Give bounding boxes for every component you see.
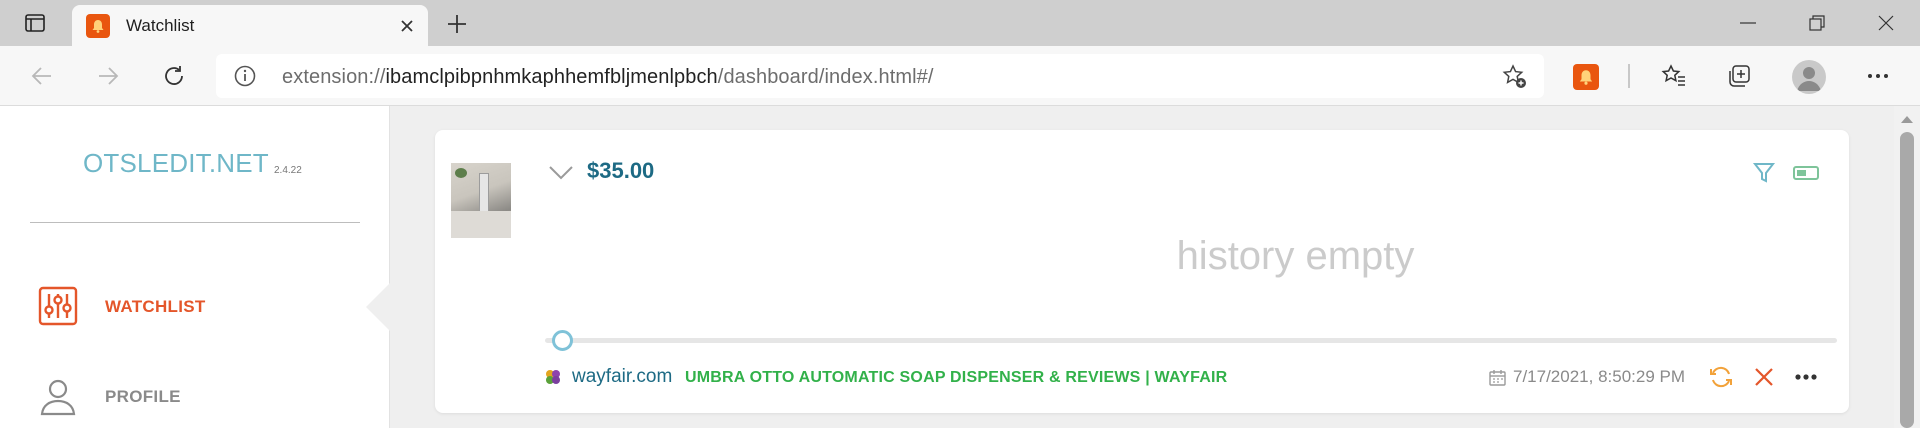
url-scheme: extension:// [282,66,386,88]
active-nav-indicator [366,282,391,332]
sidebar-item-watchlist[interactable]: WATCHLIST [38,280,338,330]
watch-item-card: $35.00 history empty wayfair.com UMBRA O… [435,130,1849,413]
favorites-icon[interactable] [1657,59,1691,93]
reload-icon[interactable] [156,58,192,94]
sidebar-item-profile[interactable]: PROFILE [38,370,338,420]
collections-icon[interactable] [1722,59,1756,93]
product-thumbnail[interactable] [451,163,511,238]
extension-bell-icon[interactable] [1573,64,1599,90]
chevron-down-icon[interactable] [548,162,574,182]
delete-icon[interactable] [1753,366,1775,388]
url-host: ibamclpibpnhmkaphhemfbljmenlpbch [385,66,718,88]
user-icon [40,379,76,416]
sliders-icon [38,286,78,326]
dashboard-page: OTSLEDIT.NET 2.4.22 WATCHLIST PROFILE $3… [0,106,1920,428]
sidebar-item-label: PROFILE [105,387,181,406]
tab-actions-icon[interactable] [18,10,52,36]
history-slider-track[interactable] [545,338,1837,343]
scrollbar-thumb[interactable] [1900,132,1914,428]
back-icon[interactable] [24,58,60,94]
new-tab-icon[interactable] [441,8,473,40]
tab-title: Watchlist [126,16,195,35]
close-tab-icon[interactable] [396,15,418,37]
product-title-link[interactable]: UMBRA OTTO AUTOMATIC SOAP DISPENSER & RE… [685,369,1227,387]
calendar-icon [1489,370,1506,386]
url-path: /dashboard/index.html#/ [717,66,934,88]
sidebar-divider [30,222,360,223]
forward-icon[interactable] [90,58,126,94]
browser-tab-bar: Watchlist [0,0,1920,46]
restore-icon[interactable] [1797,8,1837,38]
last-checked-date: 7/17/2021, 8:50:29 PM [1513,367,1686,386]
scroll-up-icon[interactable] [1900,114,1914,124]
sidebar-item-label: WATCHLIST [105,297,206,316]
version-label: 2.4.22 [274,165,302,176]
site-link[interactable]: wayfair.com [572,366,672,388]
refresh-icon[interactable] [1708,364,1734,390]
close-window-icon[interactable] [1866,8,1906,38]
info-icon[interactable] [234,65,256,87]
history-slider-handle[interactable] [552,330,573,351]
more-options-icon[interactable] [1861,59,1895,93]
wayfair-logo-icon [546,370,560,384]
minimize-icon[interactable] [1728,8,1768,38]
price-value: $35.00 [587,158,655,183]
browser-toolbar: extension://ibamclpibpnhmkaphhemfbljmenl… [0,46,1920,106]
add-favorite-icon[interactable] [1502,64,1528,90]
history-empty-text: history empty [1176,234,1415,278]
bell-icon [86,14,110,38]
address-bar[interactable]: extension://ibamclpibpnhmkaphhemfbljmenl… [216,54,1544,98]
tab-watchlist[interactable]: Watchlist [72,5,428,46]
more-icon[interactable] [1793,368,1819,386]
toolbar-separator [1628,64,1630,88]
filter-icon[interactable] [1752,161,1776,185]
sidebar: OTSLEDIT.NET 2.4.22 WATCHLIST PROFILE [0,106,390,428]
profile-avatar[interactable] [1792,60,1826,94]
url-text: extension://ibamclpibpnhmkaphhemfbljmenl… [282,66,934,89]
price-tag-icon[interactable] [1791,162,1821,184]
brand-logo[interactable]: OTSLEDIT.NET [83,148,269,179]
